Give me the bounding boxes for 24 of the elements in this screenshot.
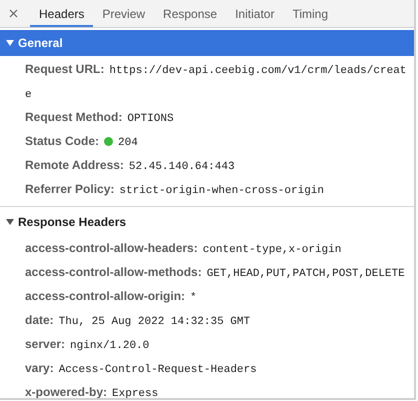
header-entry: vary: Access-Control-Request-Headers xyxy=(25,360,258,378)
tab[interactable]: Preview xyxy=(93,2,154,27)
section-header[interactable]: Response Headers xyxy=(0,209,414,235)
tab[interactable]: Response xyxy=(154,2,226,27)
header-entry: Referrer Policy: strict-origin-when-cross-origin xyxy=(25,181,326,199)
header-entry: access-control-allow-methods: GET,HEAD,PUT,PATCH,POST,DELETE xyxy=(25,264,406,282)
tab[interactable]: Timing xyxy=(283,2,338,27)
triangle-icon xyxy=(6,219,14,225)
header-entry: date: Thu, 25 Aug 2022 14:32:35 GMT xyxy=(25,312,252,330)
header-entry: Remote Address: 52.45.140.64:443 xyxy=(25,157,236,175)
header-entry: access-control-allow-headers: content-type,x-origin xyxy=(25,240,342,258)
section-title: Response Headers xyxy=(18,215,126,229)
triangle-icon xyxy=(6,40,14,46)
header-entry: Request URL: https://dev-api.ceebig.com/v1/crm/leads/create xyxy=(25,61,408,103)
tab[interactable]: Initiator xyxy=(226,2,284,27)
header-entry: server: nginx/1.20.0 xyxy=(25,336,150,354)
header-entry: Request Method: OPTIONS xyxy=(25,109,175,127)
close-icon[interactable] xyxy=(9,9,18,18)
header-value: 204 xyxy=(118,137,138,149)
tab[interactable]: Headers xyxy=(30,2,94,27)
section-header[interactable]: General xyxy=(0,30,414,56)
section-title: General xyxy=(18,36,63,50)
header-entry: access-control-allow-origin: * xyxy=(25,288,198,306)
header-name: Status Code: xyxy=(25,134,100,148)
